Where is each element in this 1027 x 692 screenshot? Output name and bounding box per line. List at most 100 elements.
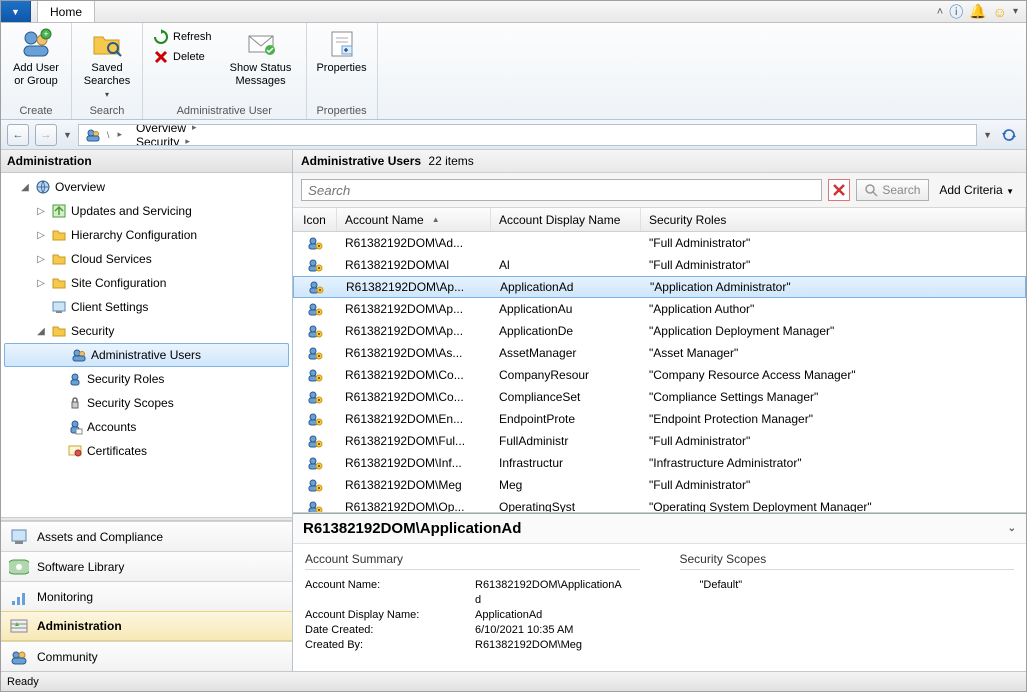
data-grid[interactable]: Icon Account Name▲ Account Display Name … [293,208,1026,513]
wunderbar-administration[interactable]: Administration [1,611,292,641]
tree-node-site-configuration[interactable]: ▷Site Configuration [1,271,292,295]
envelope-icon [245,28,277,60]
expand-icon[interactable]: ▷ [35,206,47,217]
add-user-button[interactable]: + Add User or Group [7,26,65,88]
search-input[interactable] [301,179,822,201]
col-security-roles[interactable]: Security Roles [641,208,1026,231]
search-icon [865,184,878,197]
table-row[interactable]: R61382192DOM\Ful...FullAdministr"Full Ad… [293,430,1026,452]
add-criteria-button[interactable]: Add Criteria ▼ [935,183,1018,197]
grid-header: Icon Account Name▲ Account Display Name … [293,208,1026,232]
table-row[interactable]: R61382192DOM\En...EndpointProte"Endpoint… [293,408,1026,430]
tree-node-security-scopes[interactable]: Security Scopes [1,391,292,415]
crumb-overview[interactable]: Overview▸ [130,124,252,135]
chevron-up-icon[interactable]: ˄ [937,6,943,18]
user-icon [307,345,323,361]
folder-search-icon [91,28,123,60]
table-row[interactable]: R61382192DOM\Co...ComplianceSet"Complian… [293,386,1026,408]
user-icon [307,257,323,273]
table-row[interactable]: R61382192DOM\MegMeg"Full Administrator" [293,474,1026,496]
table-row[interactable]: R61382192DOM\Inf...Infrastructur"Infrast… [293,452,1026,474]
collapse-icon[interactable]: ◢ [19,182,31,193]
properties-button[interactable]: Properties [313,26,371,75]
globe-icon [35,179,51,195]
forward-button[interactable]: → [35,124,57,146]
user-icon [307,477,323,493]
tree-node-client-settings[interactable]: Client Settings [1,295,292,319]
ribbon-group-search: Saved Searches ▾ Search [72,23,143,119]
refresh-button[interactable]: Refresh [149,28,216,46]
crumb-dropdown-icon[interactable]: ▼ [983,130,992,140]
user-icon [307,455,323,471]
delete-button[interactable]: Delete [149,48,216,66]
tree-node-security-roles[interactable]: Security Roles [1,367,292,391]
tree-node-hierarchy-configuration[interactable]: ▷Hierarchy Configuration [1,223,292,247]
title-bar: ▼ Home ˄ ⓘ 🔔 ☺ ▾ [1,1,1026,23]
back-button[interactable]: ← [7,124,29,146]
history-dropdown-icon[interactable]: ▼ [63,130,72,140]
section-icon [9,647,29,667]
table-row[interactable]: R61382192DOM\Co...CompanyResour"Company … [293,364,1026,386]
node-icon [67,371,83,387]
tree-node-security[interactable]: ◢ Security [1,319,292,343]
smiley-icon[interactable]: ☺ [993,4,1007,20]
user-icon [307,323,323,339]
wunderbar-community[interactable]: Community [1,641,292,671]
expand-icon[interactable]: ▷ [35,230,47,241]
wunderbar-monitoring[interactable]: Monitoring [1,581,292,611]
tree-node-cloud-services[interactable]: ▷Cloud Services [1,247,292,271]
tree-node-certificates[interactable]: Certificates [1,439,292,463]
table-row[interactable]: R61382192DOM\Ap...ApplicationDe"Applicat… [293,320,1026,342]
nav-tree: ◢ Overview ▷Updates and Servicing▷Hierar… [1,173,292,517]
app-menu-button[interactable]: ▼ [1,1,31,22]
show-status-button[interactable]: Show Status Messages [222,26,300,88]
tree-node-overview[interactable]: ◢ Overview [1,175,292,199]
user-icon [307,389,323,405]
saved-searches-button[interactable]: Saved Searches ▾ [78,26,136,101]
tree-node-updates-and-servicing[interactable]: ▷Updates and Servicing [1,199,292,223]
section-icon [9,527,29,547]
section-icon [9,557,29,577]
table-row[interactable]: R61382192DOM\Ad..."Full Administrator" [293,232,1026,254]
detail-collapse-icon[interactable]: ⌄ [1008,523,1016,534]
clear-search-button[interactable] [828,179,850,201]
search-button[interactable]: Search [856,179,929,201]
detail-pane: R61382192DOM\ApplicationAd ⌄ Account Sum… [293,513,1026,671]
refresh-icon [1001,127,1017,143]
section-icon [9,587,29,607]
section-icon [9,616,29,636]
ribbon-group-admin-user: Refresh Delete Show Status Messages Admi… [143,23,307,119]
tree-node-administrative-users[interactable]: Administrative Users [4,343,289,367]
table-row[interactable]: R61382192DOM\Ap...ApplicationAd"Applicat… [293,276,1026,298]
bell-icon[interactable]: 🔔 [969,3,986,20]
security-scopes-section: Security Scopes "Default" [680,552,1015,663]
wunderbar-assets-and-compliance[interactable]: Assets and Compliance [1,521,292,551]
col-display-name[interactable]: Account Display Name [491,208,641,231]
table-row[interactable]: R61382192DOM\As...AssetManager"Asset Man… [293,342,1026,364]
content-header: Administrative Users 22 items [293,150,1026,173]
col-account-name[interactable]: Account Name▲ [337,208,491,231]
crumb-security[interactable]: Security▸ [130,135,252,146]
folder-icon [51,299,67,315]
collapse-icon[interactable]: ◢ [35,326,47,337]
table-row[interactable]: R61382192DOM\Op...OperatingSyst"Operatin… [293,496,1026,513]
table-row[interactable]: R61382192DOM\Ap...ApplicationAu"Applicat… [293,298,1026,320]
tree-node-accounts[interactable]: Accounts [1,415,292,439]
node-icon [71,347,87,363]
folder-icon [51,275,67,291]
chevron-down-icon[interactable]: ▾ [1013,6,1018,17]
search-row: Search Add Criteria ▼ [293,173,1026,208]
expand-icon[interactable]: ▷ [35,254,47,265]
col-icon[interactable]: Icon [293,208,337,231]
ribbon: + Add User or Group Create Saved Searche… [1,23,1026,120]
properties-icon [326,28,358,60]
table-row[interactable]: R61382192DOM\AlAl"Full Administrator" [293,254,1026,276]
tab-home[interactable]: Home [37,1,95,22]
detail-title: R61382192DOM\ApplicationAd ⌄ [293,514,1026,544]
help-icon[interactable]: ⓘ [949,2,963,22]
breadcrumb[interactable]: \▸ Administration▸Overview▸Security▸Admi… [78,124,977,146]
expand-icon[interactable]: ▷ [35,278,47,289]
wunderbar-software-library[interactable]: Software Library [1,551,292,581]
breadcrumb-root-icon[interactable]: \▸ [79,125,130,145]
nav-refresh-button[interactable] [998,124,1020,146]
